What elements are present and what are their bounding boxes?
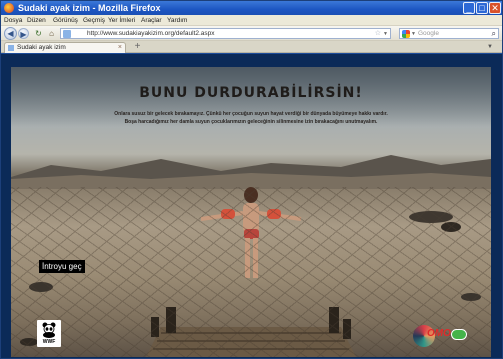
skip-intro-button[interactable]: İntroyu geç: [39, 260, 85, 273]
engine-dropdown-icon[interactable]: ▼: [411, 29, 416, 39]
arrow-right-icon: ▶: [20, 30, 27, 39]
panda-icon: [42, 322, 56, 338]
home-icon: ⌂: [49, 29, 54, 38]
campaign-banner: BUNU DURDURABİLİRSİN! Onlara susuz bir g…: [11, 67, 491, 357]
tab-favicon-icon: [8, 45, 14, 51]
campaign-subtext: Onlara susuz bir gelecek bırakamayız. Çü…: [51, 110, 451, 126]
tab-list-icon[interactable]: ▼: [487, 42, 493, 52]
omo-logo-text: OMO: [427, 328, 451, 339]
maximize-button[interactable]: □: [476, 2, 488, 14]
subtext-line-1: Onlara susuz bir gelecek bırakamayız. Çü…: [114, 111, 388, 117]
minimize-button[interactable]: _: [463, 2, 475, 14]
tab-label: Sudaki ayak izim: [17, 44, 66, 51]
chevron-down-icon[interactable]: ▼: [383, 29, 388, 39]
site-favicon-icon: [63, 30, 71, 38]
menu-tools[interactable]: Araçlar: [141, 16, 162, 25]
address-url[interactable]: http://www.sudakiayakizim.org/default2.a…: [87, 29, 215, 39]
google-engine-icon[interactable]: [402, 30, 410, 38]
menu-bookmarks[interactable]: Yer İmleri: [108, 16, 135, 25]
leaf-icon: [451, 329, 467, 340]
page-content: BUNU DURDURABİLİRSİN! Onlara susuz bir g…: [1, 54, 502, 358]
tab-sudaki-ayak-izim[interactable]: Sudaki ayak izim ×: [4, 42, 126, 53]
forward-button[interactable]: ▶: [18, 28, 29, 39]
title-bar: Sudaki ayak izim - Mozilla Firefox _ □ ✕: [1, 1, 502, 15]
reload-icon: ↻: [35, 29, 42, 38]
new-tab-button[interactable]: +: [132, 42, 143, 52]
navigation-toolbar: ◀ ▶ ↻ ⌂ http://www.sudakiayakizim.org/de…: [1, 26, 502, 41]
reload-button[interactable]: ↻: [33, 28, 44, 39]
omo-logo[interactable]: OMO: [413, 323, 469, 349]
firefox-icon: [4, 3, 14, 13]
home-button[interactable]: ⌂: [46, 28, 57, 39]
window-title: Sudaki ayak izim - Mozilla Firefox: [18, 3, 161, 13]
bookmark-star-icon[interactable]: ☆: [375, 29, 381, 39]
wwf-logo-text: WWF: [42, 339, 56, 345]
search-bar[interactable]: ▼ Google ⌕: [399, 28, 499, 39]
search-placeholder[interactable]: Google: [418, 29, 439, 39]
menu-bar: Dosya Düzen Görünüş Geçmiş Yer İmleri Ar…: [1, 15, 502, 26]
back-button[interactable]: ◀: [4, 27, 17, 40]
browser-window: Sudaki ayak izim - Mozilla Firefox _ □ ✕…: [0, 0, 503, 359]
tab-strip: Sudaki ayak izim × + ▼: [1, 41, 502, 53]
subtext-line-2: Boşa harcadığımız her damla suyun çocukl…: [124, 119, 378, 125]
arrow-left-icon: ◀: [7, 29, 14, 38]
menu-history[interactable]: Geçmiş: [83, 16, 105, 25]
wwf-logo[interactable]: WWF: [37, 320, 61, 347]
close-button[interactable]: ✕: [489, 2, 501, 14]
search-icon[interactable]: ⌕: [492, 29, 496, 39]
address-bar[interactable]: http://www.sudakiayakizim.org/default2.a…: [60, 28, 391, 39]
menu-edit[interactable]: Düzen: [27, 16, 46, 25]
menu-file[interactable]: Dosya: [4, 16, 22, 25]
campaign-headline: BUNU DURDURABİLİRSİN!: [139, 85, 363, 101]
tab-close-icon[interactable]: ×: [118, 43, 122, 53]
menu-view[interactable]: Görünüş: [53, 16, 78, 25]
menu-help[interactable]: Yardım: [167, 16, 187, 25]
